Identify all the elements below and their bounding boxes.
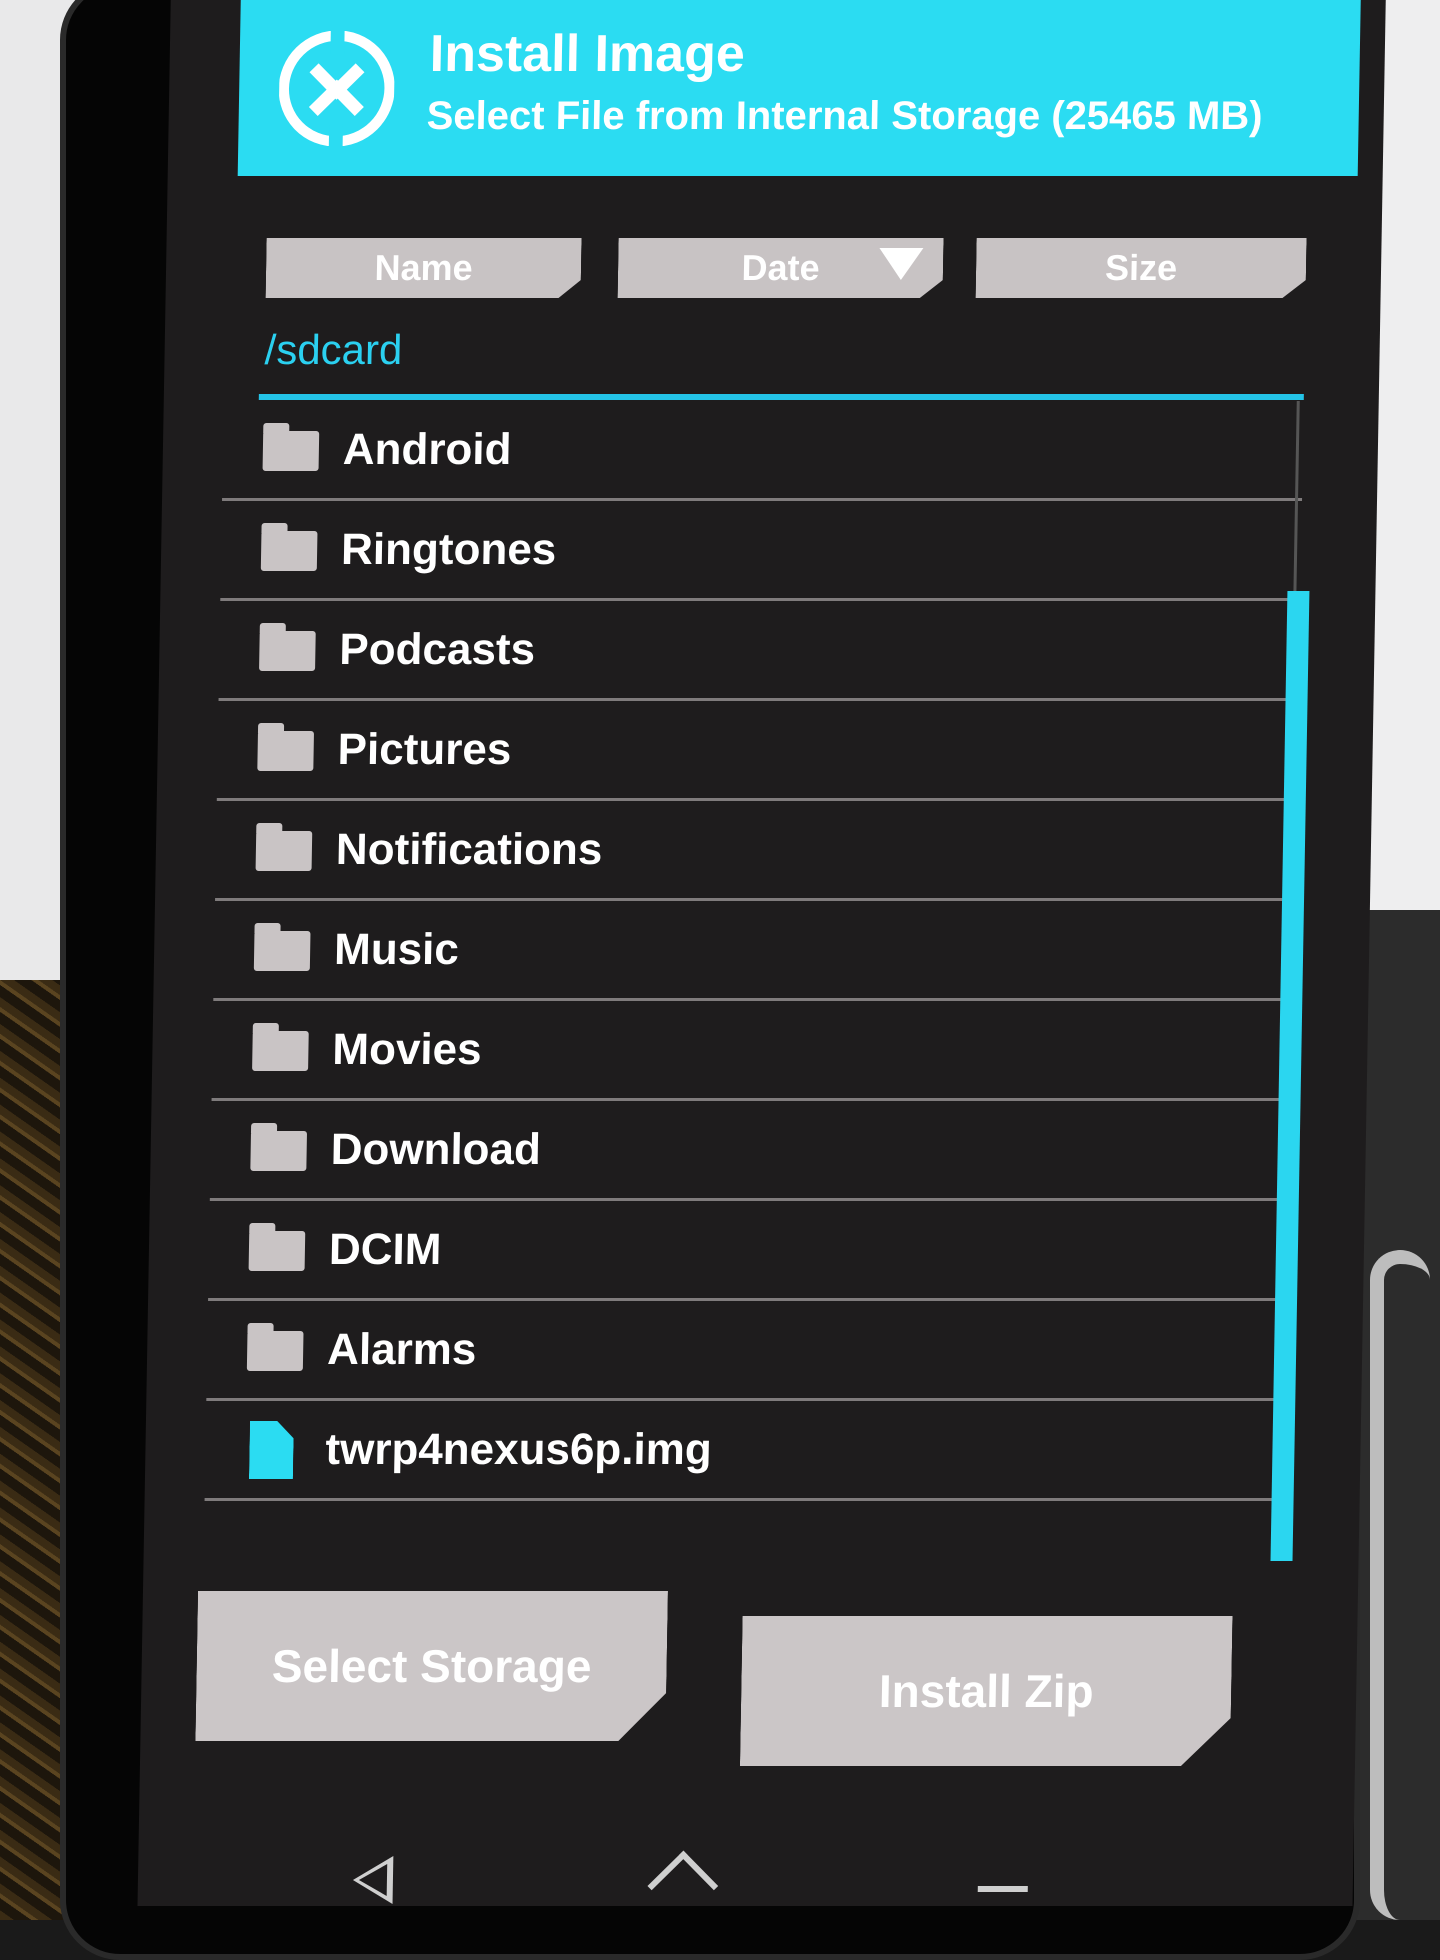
list-item[interactable]: Podcasts [218,601,1301,701]
file-list: Android Ringtones Podcasts Pictures Noti… [204,401,1304,1501]
list-item[interactable]: DCIM [208,1201,1290,1301]
select-storage-label: Select Storage [271,1640,592,1692]
list-item[interactable]: Alarms [206,1301,1289,1401]
folder-icon [255,831,313,871]
sort-size-label: Size [1104,247,1178,288]
list-item-label: Notifications [335,825,603,874]
sort-name-button[interactable]: Name [266,238,582,298]
list-item-label: Podcasts [338,625,536,674]
folder-icon [257,731,314,771]
folder-icon [252,1031,309,1071]
sort-descending-icon [879,248,924,280]
folder-icon [262,431,320,471]
list-item[interactable]: twrp4nexus6p.img [204,1401,1287,1501]
folder-icon [259,631,316,671]
folder-icon [248,1231,306,1271]
current-path: /sdcard [264,326,403,373]
folder-icon [250,1131,308,1171]
list-item-label: Music [333,925,460,974]
usb-cable [1370,1250,1430,1920]
screen: Install Image Select File from Internal … [137,0,1386,1906]
sort-date-button[interactable]: Date [618,238,944,298]
list-item[interactable]: Movies [211,1001,1294,1101]
file-icon [249,1421,294,1479]
sort-name-label: Name [374,247,473,288]
page-subtitle: Select File from Internal Storage (25465… [426,94,1263,138]
install-zip-button[interactable]: Install Zip [740,1616,1233,1766]
list-item[interactable]: Android [222,401,1304,501]
install-zip-label: Install Zip [878,1665,1095,1717]
list-item-label: twrp4nexus6p.img [325,1425,713,1474]
list-item-label: Alarms [326,1325,477,1374]
list-item[interactable]: Download [209,1101,1292,1201]
list-item-label: Ringtones [340,525,557,574]
list-item[interactable]: Notifications [215,801,1297,901]
back-icon[interactable] [352,1856,394,1904]
sort-date-label: Date [741,247,820,288]
header-bar: Install Image Select File from Internal … [237,0,1361,176]
phone-body: Install Image Select File from Internal … [60,0,1386,1960]
list-item-label: Android [342,425,512,474]
twrp-logo-icon [278,31,395,146]
list-item[interactable]: Music [213,901,1296,1001]
menu-icon[interactable] [977,1886,1028,1892]
select-storage-button[interactable]: Select Storage [195,1591,668,1741]
sort-size-button[interactable]: Size [976,238,1307,298]
list-item[interactable]: Ringtones [220,501,1303,601]
folder-icon [253,931,311,971]
folder-icon [260,531,318,571]
navigation-bar [137,1836,1353,1906]
home-icon[interactable] [647,1850,719,1906]
list-item-label: Download [330,1125,542,1174]
list-item[interactable]: Pictures [216,701,1299,801]
path-divider [258,394,1304,400]
list-item-label: DCIM [328,1225,442,1274]
list-item-label: Movies [332,1025,483,1074]
page-title: Install Image [429,25,746,83]
list-item-label: Pictures [337,725,512,774]
folder-icon [246,1331,304,1371]
